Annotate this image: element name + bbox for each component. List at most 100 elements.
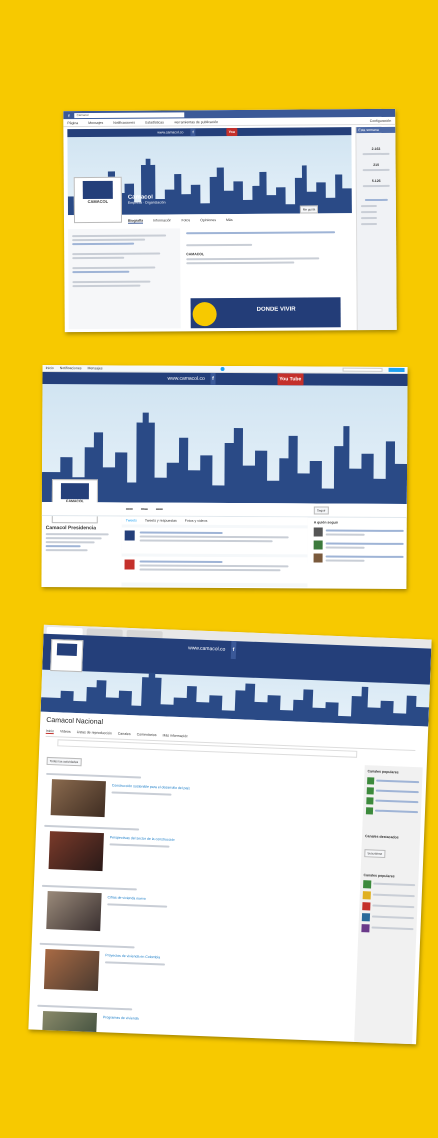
youtube-feed: Construcción sostenible para el desarrol…	[32, 767, 359, 1045]
like-button[interactable]: Me gusta	[299, 205, 319, 214]
twitter-screenshot: Inicio Notificaciones Mensajes www.camac…	[41, 365, 408, 589]
facebook-icon: f	[210, 372, 216, 385]
nav-item-pagina[interactable]: Página	[67, 121, 78, 125]
tab-canales[interactable]: Canales	[118, 732, 131, 737]
tweet-avatar	[124, 559, 135, 570]
video-title[interactable]: Construcción sostenible para el desarrol…	[112, 783, 191, 790]
youtube-channel-avatar	[50, 638, 84, 673]
twitter-stat-3[interactable]: ▬▬	[156, 507, 163, 511]
youtube-screenshot: www.camacol.co f Camacol Nacional Inicio…	[28, 624, 432, 1045]
youtube-sidebar: Canales populares Canales destacados Sus…	[354, 765, 423, 1045]
tab-videos[interactable]: Videos	[60, 729, 71, 734]
page-title-block: Camacol Empresa · Organización	[127, 194, 166, 205]
twitter-stats-bar: ▬▬ ▬▬ ▬▬ Seguir	[41, 502, 407, 518]
twitter-profile-name: Camacol Presidencia	[45, 525, 97, 532]
tab-informacion[interactable]: Información	[153, 218, 171, 223]
tab-opiniones[interactable]: Opiniones	[200, 218, 216, 223]
twitter-timeline: Tweets Tweets y respuestas Fotos y video…	[121, 516, 308, 588]
video-title[interactable]: Cifras de vivienda nueva	[107, 895, 145, 900]
nav-item-estadisticas[interactable]: Estadísticas	[145, 120, 164, 124]
channel-avatar[interactable]	[366, 797, 374, 805]
youtube-icon: You Tube	[277, 373, 304, 386]
page-profile-logo: CAMACOL	[73, 176, 123, 224]
suggestion-avatar	[313, 540, 323, 550]
sidebar-section-title: Canales destacados	[364, 834, 399, 840]
video-title[interactable]: Proyectos de vivienda en Colombia	[105, 953, 160, 959]
post-image-accent	[192, 302, 217, 327]
nav-item-herramientas[interactable]: Herramientas de publicación	[174, 120, 218, 124]
channel-avatar[interactable]	[366, 787, 374, 795]
facebook-search-input[interactable]: Camacol	[74, 111, 185, 118]
nav-item-notificaciones[interactable]: Notificaciones	[113, 120, 135, 124]
twitter-nav-messages[interactable]: Mensajes	[88, 366, 103, 370]
twitter-stat-2[interactable]: ▬▬	[141, 507, 148, 511]
insight-value-3: 5.126	[371, 178, 381, 184]
tab-tweets-respuestas[interactable]: Tweets y respuestas	[145, 519, 177, 523]
twitter-nav-home[interactable]: Inicio	[46, 366, 54, 370]
twitter-follow-button[interactable]: Seguir	[313, 506, 329, 515]
nav-item-mensajes[interactable]: Mensajes	[88, 120, 103, 124]
twitter-nav-notifications[interactable]: Notificaciones	[60, 366, 82, 370]
facebook-logo-icon[interactable]: f	[66, 112, 72, 118]
video-thumbnail[interactable]	[46, 891, 102, 932]
twitter-profile-info: Camacol Presidencia	[45, 525, 116, 553]
twitter-search-input[interactable]	[342, 367, 383, 372]
activity-filter-dropdown[interactable]: Todas las actividades	[46, 756, 82, 767]
tab-mas-informacion[interactable]: Más información	[162, 733, 188, 739]
channel-name: Camacol Nacional	[46, 716, 104, 727]
sidebar-section-title: Canales populares	[367, 769, 399, 775]
video-thumbnail[interactable]	[48, 831, 104, 872]
insight-value-1: 2.163	[371, 146, 381, 152]
nav-item-configuracion[interactable]: Configuración	[370, 118, 392, 122]
tweet-avatar	[124, 530, 135, 541]
twitter-header-strip: www.camacol.co f You Tube	[42, 372, 408, 386]
video-title[interactable]: Perspectivas del sector de la construcci…	[110, 835, 175, 842]
suggestion-avatar	[313, 527, 323, 537]
tab-tweets[interactable]: Tweets	[126, 518, 137, 522]
facebook-tabs: Biografía Información Fotos Opiniones Má…	[127, 218, 233, 224]
facebook-left-column	[68, 228, 181, 330]
video-thumbnail[interactable]	[50, 779, 106, 818]
page-subtitle: Empresa · Organización	[127, 200, 166, 205]
video-thumbnail[interactable]	[41, 1010, 98, 1045]
channel-avatar[interactable]	[363, 880, 372, 889]
channel-avatar[interactable]	[367, 777, 375, 785]
tab-biografia[interactable]: Biografía	[127, 218, 144, 224]
twitter-tabs: ▬▬ ▬▬ ▬▬	[126, 506, 163, 510]
tab-listas[interactable]: Listas de reproducción	[77, 730, 112, 736]
tweet	[121, 556, 308, 584]
facebook-post: CAMACOL DONDE VIVIR	[186, 227, 353, 329]
insight-value-2: 210	[373, 162, 380, 167]
channel-avatar[interactable]	[362, 891, 371, 900]
twitter-bird-icon[interactable]	[220, 366, 225, 371]
channel-avatar[interactable]	[361, 913, 371, 922]
post-image: DONDE VIVIR	[190, 297, 341, 329]
tab-fotos[interactable]: Fotos	[181, 218, 190, 223]
video-title[interactable]: Programas de vivienda	[103, 1015, 139, 1020]
suggestion-avatar	[313, 553, 323, 563]
cover-header-strip: www.camacol.co f You	[67, 127, 352, 138]
tweet	[121, 527, 308, 555]
facebook-icon: f	[230, 640, 237, 660]
subscribe-button[interactable]: Suscribirse	[364, 849, 386, 858]
twitter-timeline-tabs: Tweets Tweets y respuestas Fotos y video…	[121, 516, 308, 526]
facebook-insights-sidebar: Esta semana 2.163 210 5.126	[355, 126, 397, 331]
twitter-who-to-follow: A quién seguir	[313, 520, 404, 563]
twitter-stat-1[interactable]: ▬▬	[126, 506, 133, 510]
facebook-screenshot: f Camacol Página Mensajes Notificaciones…	[63, 108, 397, 333]
post-image-headline: DONDE VIVIR	[256, 306, 296, 313]
channel-avatar[interactable]	[361, 924, 370, 933]
tab-inicio[interactable]: Inicio	[45, 728, 55, 735]
channel-avatar[interactable]	[362, 902, 371, 911]
youtube-channel-art: www.camacol.co f	[40, 633, 432, 727]
facebook-icon: f	[190, 128, 196, 137]
channel-avatar[interactable]	[365, 807, 374, 815]
tab-fotos-videos[interactable]: Fotos y videos	[185, 519, 208, 523]
video-thumbnail[interactable]	[43, 949, 100, 992]
tab-comentarios[interactable]: Comentarios	[137, 732, 157, 738]
tab-mas[interactable]: Más	[226, 218, 233, 223]
twitter-tweet-button[interactable]	[388, 367, 405, 372]
post-author: CAMACOL	[186, 252, 205, 257]
youtube-icon: You	[226, 127, 237, 137]
sidebar-section-title: Canales populares	[363, 873, 395, 879]
